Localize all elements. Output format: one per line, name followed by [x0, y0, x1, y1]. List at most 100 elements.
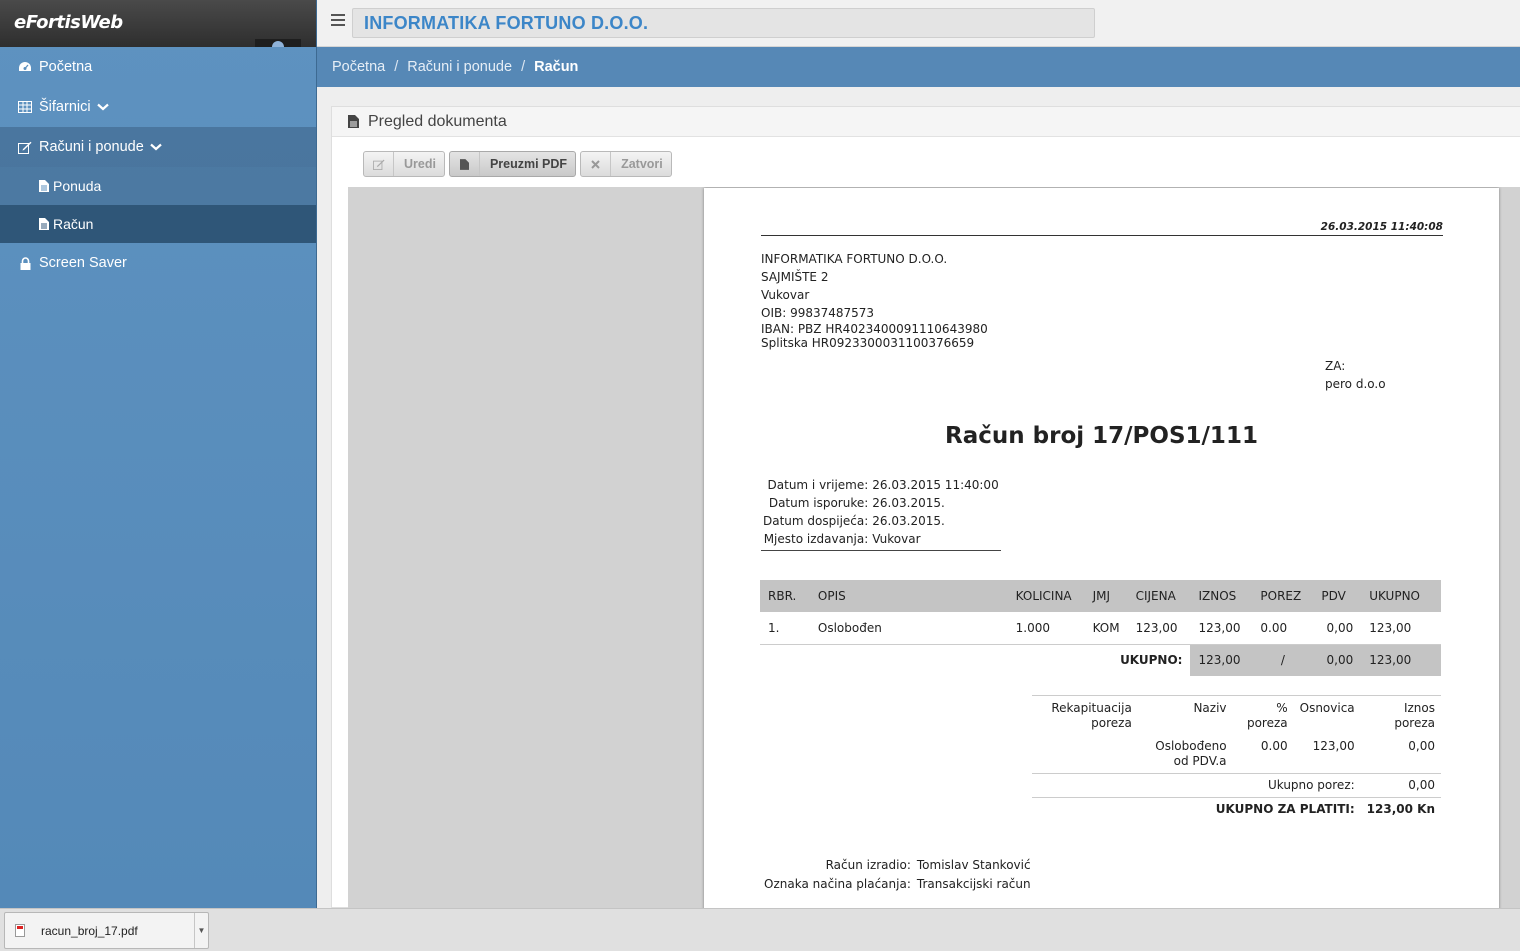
document-panel: Pregled dokumenta Uredi Preuzmi PDF Zatv… — [331, 106, 1520, 909]
meta-value: 26.03.2015 11:40:00 — [872, 478, 999, 492]
chevron-down-icon[interactable]: ▼ — [194, 913, 208, 948]
meta-label: Mjesto izdavanja: — [763, 532, 869, 546]
chevron-down-icon — [96, 103, 109, 111]
edit-button-label: Uredi — [404, 157, 436, 171]
file-icon — [39, 180, 49, 192]
invoice-meta: Datum i vrijeme: 26.03.2015 11:40:00 Datu… — [761, 476, 1001, 551]
grand-total-value: 123,00 Kn — [1360, 797, 1441, 821]
download-pdf-button[interactable]: Preuzmi PDF — [448, 151, 577, 177]
user-avatar[interactable] — [255, 39, 301, 47]
column-header: CIJENA — [1127, 580, 1191, 612]
table-icon — [17, 101, 33, 113]
invoice-title: Račun broj 17/POS1/111 — [945, 423, 1258, 449]
breadcrumb-section[interactable]: Računi i ponude — [407, 59, 512, 75]
recap-pct: 0.00 — [1260, 739, 1288, 753]
total-tax-value: 0,00 — [1360, 773, 1441, 798]
cell-opis: Oslobođen — [809, 612, 1008, 645]
column-header: PDV — [1313, 580, 1362, 612]
pdf-file-icon — [15, 924, 25, 937]
author-value: Tomislav Stanković — [916, 858, 1031, 872]
payment-value: Transakcijski račun — [916, 877, 1031, 891]
download-pdf-button-label: Preuzmi PDF — [489, 157, 568, 171]
sidebar-item-label: Račun — [53, 216, 94, 232]
sidebar-item-racun[interactable]: Račun — [0, 205, 316, 243]
total-pdv: 0,00 — [1313, 644, 1362, 676]
sidebar-item-pocetna[interactable]: Početna — [0, 47, 316, 87]
recap-name: Oslobođeno od PDV.a — [1155, 739, 1227, 768]
company-name: INFORMATIKA FORTUNO D.O.O. — [352, 8, 1095, 38]
sidebar-item-sifarnici[interactable]: Šifarnici — [0, 87, 316, 127]
grand-total-label: UKUPNO ZA PLATITI: — [1032, 797, 1361, 821]
invoice-page: 26.03.2015 11:40:08 INFORMATIKA FORTUNO … — [704, 188, 1499, 909]
pdf-viewer[interactable]: 26.03.2015 11:40:08 INFORMATIKA FORTUNO … — [348, 187, 1520, 909]
edit-icon — [364, 152, 394, 176]
meta-label: Datum isporuke: — [768, 496, 869, 510]
cell-iznos: 123,00 — [1190, 612, 1253, 645]
edit-button[interactable]: Uredi — [363, 151, 445, 177]
column-header: JMJ — [1084, 580, 1128, 612]
recap-total-tax-row: Ukupno porez: 0,00 — [1032, 773, 1441, 798]
recipient-block: ZA: pero d.o.o — [1325, 357, 1386, 393]
app-logo[interactable]: eFortisWeb — [14, 12, 123, 33]
sidebar-item-label: Šifarnici — [39, 99, 91, 115]
meta-label: Datum i vrijeme: — [767, 478, 869, 492]
cell-kolicina: 1.000 — [1007, 612, 1085, 645]
cell-pdv: 0,00 — [1313, 612, 1362, 645]
totals-row: UKUPNO: 123,00 / 0,00 123,00 — [760, 644, 1441, 676]
meta-value: 26.03.2015. — [872, 496, 945, 510]
sidebar-item-label: Ponuda — [53, 178, 102, 194]
total-iznos: 123,00 — [1190, 644, 1253, 676]
column-header: UKUPNO — [1361, 580, 1441, 612]
table-row: Oslobođeno od PDV.a 0.00 123,00 0,00 — [1032, 735, 1441, 774]
column-header: KOLICINA — [1007, 580, 1085, 612]
download-filename: racun_broj_17.pdf — [41, 923, 138, 938]
recap-grand-total-row: UKUPNO ZA PLATITI: 123,00 Kn — [1032, 797, 1441, 821]
header-divider — [761, 235, 1443, 236]
cell-ukupno: 123,00 — [1361, 612, 1441, 645]
recipient-name: pero d.o.o — [1325, 377, 1386, 391]
total-porez: / — [1252, 644, 1314, 676]
sidebar-item-screen-saver[interactable]: Screen Saver — [0, 243, 316, 283]
sidebar: eFortisWeb Početna Šifarnici Računi i po… — [0, 0, 317, 908]
top-bar: INFORMATIKA FORTUNO D.O.O. — [317, 0, 1520, 47]
sidebar-item-ponuda[interactable]: Ponuda — [0, 167, 316, 205]
recipient-label: ZA: — [1325, 359, 1346, 373]
file-icon — [348, 115, 359, 128]
breadcrumb-current: Račun — [534, 59, 579, 75]
invoice-footer: Račun izradio: Tomislav Stanković Oznaka… — [761, 856, 1034, 894]
recap-amount: 0,00 — [1408, 739, 1435, 753]
meta-value: Vukovar — [872, 532, 921, 546]
panel-title: Pregled dokumenta — [368, 112, 507, 130]
recap-base: 123,00 — [1312, 739, 1355, 753]
cell-cijena: 123,00 — [1127, 612, 1191, 645]
recap-header: % poreza — [1232, 695, 1294, 735]
recap-header: Osnovica — [1293, 695, 1361, 735]
panel-header: Pregled dokumenta — [332, 107, 1520, 137]
issuer-oib: OIB: 99837487573 — [761, 306, 875, 320]
sidebar-item-label: Screen Saver — [39, 255, 127, 271]
cell-porez: 0.00 — [1252, 612, 1314, 645]
items-header-row: RBR. OPIS KOLICINA JMJ CIJENA IZNOS PORE… — [760, 580, 1441, 612]
lock-icon — [17, 256, 33, 270]
close-button-label: Zatvori — [621, 157, 663, 171]
download-item[interactable]: racun_broj_17.pdf ▼ — [4, 912, 209, 949]
recap-header: Iznos poreza — [1360, 695, 1441, 735]
meta-label: Datum dospijeća: — [763, 514, 869, 528]
file-icon — [39, 218, 49, 230]
close-button[interactable]: Zatvori — [580, 151, 672, 177]
breadcrumb-home[interactable]: Početna — [332, 59, 385, 75]
totals-label: UKUPNO: — [1120, 653, 1183, 668]
recap-header: Naziv — [1137, 695, 1233, 735]
menu-icon[interactable] — [331, 14, 345, 28]
issuer-city: Vukovar — [761, 288, 810, 302]
download-bar: racun_broj_17.pdf ▼ — [0, 908, 1520, 951]
items-table: RBR. OPIS KOLICINA JMJ CIJENA IZNOS PORE… — [760, 580, 1441, 676]
close-icon — [581, 152, 612, 176]
sidebar-item-racuni-i-ponude[interactable]: Računi i ponude — [0, 127, 316, 167]
recap-header: Rekapituacija poreza — [1032, 695, 1138, 735]
column-header: IZNOS — [1190, 580, 1253, 612]
sidebar-item-label: Početna — [39, 59, 93, 75]
document-toolbar: Uredi Preuzmi PDF Zatvori — [363, 151, 672, 177]
main-content: Pregled dokumenta Uredi Preuzmi PDF Zatv… — [317, 87, 1520, 909]
author-label: Račun izradio: — [825, 858, 911, 872]
